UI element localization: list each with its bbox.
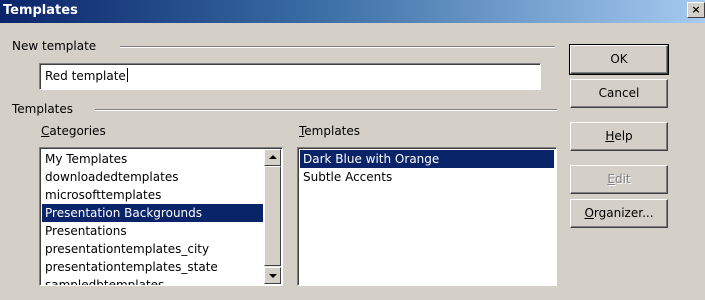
category-item[interactable]: Presentations	[42, 222, 263, 240]
category-item[interactable]: presentationtemplates_state	[42, 258, 263, 276]
category-item[interactable]: downloadedtemplates	[42, 168, 263, 186]
close-icon: ×	[691, 3, 701, 16]
organizer-button[interactable]: Organizer...	[570, 199, 668, 228]
new-template-separator	[120, 46, 555, 48]
new-template-group-label: New template	[12, 39, 97, 53]
edit-button[interactable]: Edit	[570, 165, 668, 194]
arrow-up-icon	[269, 155, 277, 159]
ok-button[interactable]: OK	[569, 44, 669, 75]
title-bar[interactable]: Templates ×	[0, 0, 705, 23]
category-item[interactable]: sampledbtemplates	[42, 276, 263, 285]
categories-scrollbar[interactable]	[264, 149, 281, 284]
categories-label: Categories	[41, 124, 106, 138]
categories-listbox[interactable]: My Templates downloadedtemplates microso…	[39, 147, 283, 286]
scroll-down-button[interactable]	[264, 267, 281, 284]
category-item[interactable]: microsofttemplates	[42, 186, 263, 204]
templates-group-label: Templates	[12, 102, 74, 116]
template-item-selected[interactable]: Dark Blue with Orange	[300, 150, 554, 168]
category-item-selected[interactable]: Presentation Backgrounds	[42, 204, 263, 222]
category-item[interactable]: presentationtemplates_city	[42, 240, 263, 258]
scroll-up-button[interactable]	[264, 149, 281, 166]
templates-list-label: Templates	[299, 124, 361, 138]
category-item[interactable]: My Templates	[42, 150, 263, 168]
close-button[interactable]: ×	[687, 2, 705, 18]
templates-listbox[interactable]: Dark Blue with Orange Subtle Accents	[297, 147, 557, 286]
cancel-button[interactable]: Cancel	[570, 79, 668, 108]
text-caret	[126, 68, 128, 82]
scrollbar-thumb[interactable]	[264, 166, 281, 266]
arrow-down-icon	[269, 274, 277, 278]
window-title: Templates	[3, 3, 78, 18]
template-name-input[interactable]: Red template	[39, 63, 541, 90]
templates-separator	[95, 109, 557, 111]
help-button[interactable]: Help	[570, 122, 668, 151]
template-name-value: Red template	[45, 69, 126, 83]
template-item[interactable]: Subtle Accents	[300, 168, 554, 186]
